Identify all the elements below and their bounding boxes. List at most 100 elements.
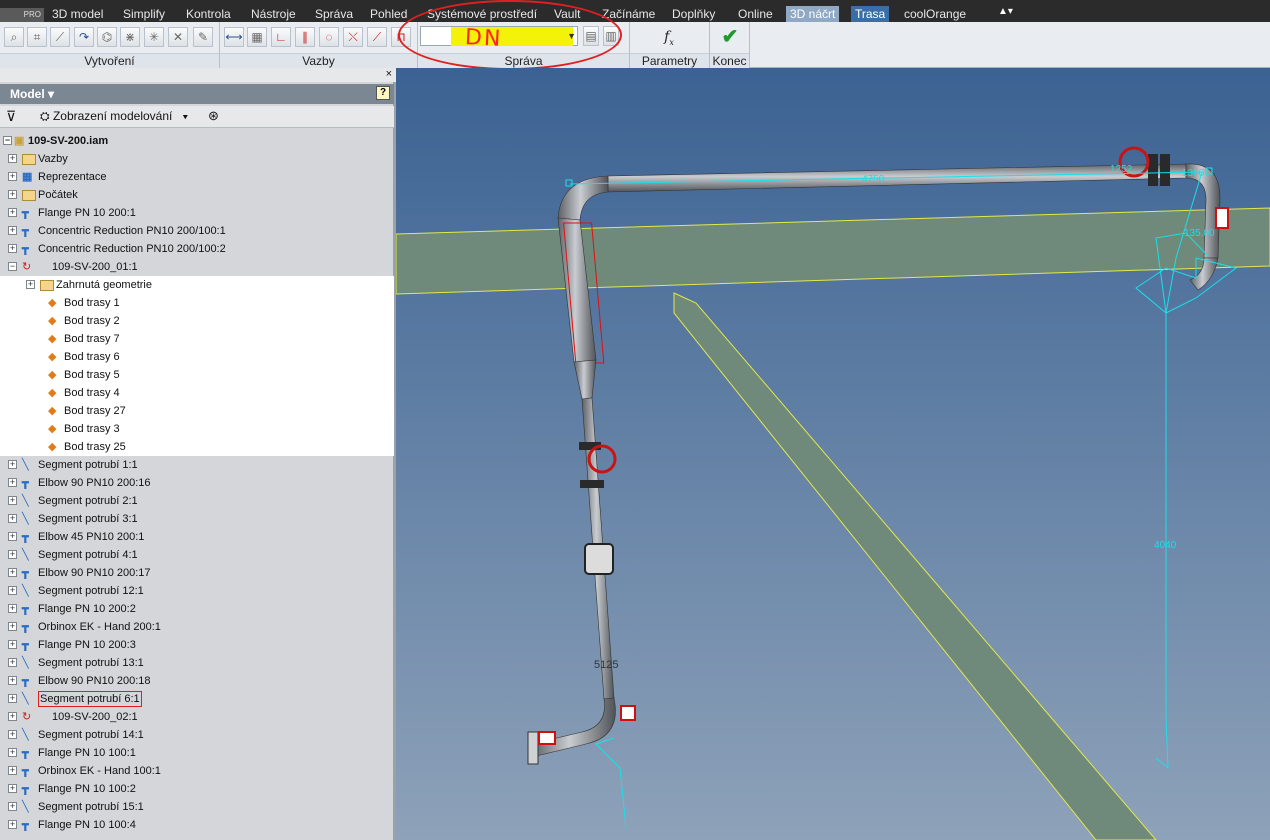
view-mode-select[interactable]: ⛭ Zobrazení modelování ▾ (40, 109, 188, 124)
help-icon[interactable]: ? (376, 86, 390, 100)
style-combo[interactable]: DN ▼ (420, 25, 578, 52)
expand-icon[interactable]: + (8, 550, 17, 559)
expand-icon[interactable]: + (8, 514, 17, 523)
parallel-icon[interactable]: ∥ (295, 27, 315, 47)
tree-item[interactable]: + ┳ Elbow 45 PN10 200:1 (0, 528, 394, 546)
3d-viewport[interactable]: 4750 1252 1350 135.00 4040 5125 (396, 68, 1270, 840)
expand-icon[interactable]: + (26, 280, 35, 289)
tree-item[interactable]: ◆ Bod trasy 7 (0, 330, 394, 348)
tab-3d-model[interactable]: 3D model (48, 6, 107, 22)
collinear-icon[interactable]: ⟋ (367, 27, 387, 47)
expand-icon[interactable]: + (8, 172, 17, 181)
binoculars-icon[interactable]: ⊛ (208, 108, 219, 124)
expand-icon[interactable]: + (8, 568, 17, 577)
expand-icon[interactable]: + (8, 694, 17, 703)
tree-item[interactable]: + ┳ Elbow 90 PN10 200:18 (0, 672, 394, 690)
tab-vault[interactable]: Vault (550, 6, 584, 22)
brush-icon[interactable]: ✎ (193, 27, 213, 47)
tree-item[interactable]: + ┳ Concentric Reduction PN10 200/100:2 (0, 240, 394, 258)
tab-systemove-prostredi[interactable]: Systémové prostředí (423, 6, 541, 22)
style-tools-icon[interactable]: ▥ (603, 26, 619, 46)
tree-item[interactable]: + Zahrnutá geometrie (0, 276, 394, 294)
dimension-icon[interactable]: ⟷ (224, 27, 244, 47)
tab-trasa[interactable]: Trasa (851, 6, 890, 22)
tree-item[interactable]: ◆ Bod trasy 4 (0, 384, 394, 402)
expand-icon[interactable]: + (8, 208, 17, 217)
expand-icon[interactable]: + (8, 622, 17, 631)
tree-item[interactable]: + ╲ Segment potrubí 2:1 (0, 492, 394, 510)
tree-item[interactable]: + ╲ Segment potrubí 15:1 (0, 798, 394, 816)
tab-doplnky[interactable]: Doplňky (668, 6, 719, 22)
expand-icon[interactable]: + (8, 712, 17, 721)
flange-2[interactable] (580, 480, 604, 488)
tree-item[interactable]: + ┳ Flange PN 10 200:3 (0, 636, 394, 654)
tree-item[interactable]: + ┳ Flange PN 10 200:2 (0, 600, 394, 618)
quick-access-dropdown-icon[interactable]: ▲▾ (998, 6, 1024, 20)
tab-coolorange[interactable]: coolOrange (900, 6, 970, 22)
expand-icon[interactable]: + (8, 604, 17, 613)
expand-icon[interactable]: + (8, 820, 17, 829)
tree-item[interactable]: ◆ Bod trasy 27 (0, 402, 394, 420)
fitting-marker-bottom[interactable] (538, 731, 556, 745)
fx-icon[interactable]: fx (656, 26, 682, 50)
intersect-icon[interactable]: ✕ (168, 27, 188, 47)
expand-icon[interactable]: + (8, 658, 17, 667)
expand-icon[interactable]: + (8, 676, 17, 685)
expand-icon[interactable]: + (8, 226, 17, 235)
tree-item[interactable]: + ┳ Flange PN 10 100:4 (0, 816, 394, 834)
filter-icon[interactable]: ⊽ (6, 108, 16, 125)
expand-icon[interactable]: + (8, 154, 17, 163)
route-line-icon[interactable]: ⌗ (27, 27, 47, 47)
tab-sprava[interactable]: Správa (311, 6, 357, 22)
tree-item[interactable]: ◆ Bod trasy 25 (0, 438, 394, 456)
tree-item[interactable]: + ╲ Segment potrubí 13:1 (0, 654, 394, 672)
close-icon[interactable]: × (386, 68, 392, 80)
tree-item[interactable]: + ┳ Elbow 90 PN10 200:17 (0, 564, 394, 582)
expand-icon[interactable]: + (8, 730, 17, 739)
tree-item[interactable]: ◆ Bod trasy 1 (0, 294, 394, 312)
bend-icon[interactable]: ↷ (74, 27, 94, 47)
tree-item[interactable]: − ↻ 109-SV-200_01:1 (0, 258, 394, 276)
expand-icon[interactable]: + (8, 532, 17, 541)
tree-item[interactable]: + ╲ Segment potrubí 6:1 (0, 690, 394, 708)
tangent-icon[interactable]: ◌ (319, 27, 339, 47)
orbinox-valve-body[interactable] (584, 543, 614, 575)
expand-icon[interactable]: + (8, 784, 17, 793)
tree-item[interactable]: + ╲ Segment potrubí 12:1 (0, 582, 394, 600)
tree-item[interactable]: + ┳ Flange PN 10 200:1 (0, 204, 394, 222)
tree-item[interactable]: ◆ Bod trasy 6 (0, 348, 394, 366)
parameters-dropdown[interactable]: Parametry (630, 53, 709, 68)
tree-item[interactable]: + ╲ Segment potrubí 1:1 (0, 456, 394, 474)
tree-item[interactable]: + Počátek (0, 186, 394, 204)
tree-item[interactable]: + ▦ Reprezentace (0, 168, 394, 186)
fitting-marker-right[interactable] (1215, 207, 1229, 229)
flange-right-1[interactable] (1148, 154, 1158, 186)
expand-icon[interactable]: + (8, 766, 17, 775)
dimension-label[interactable]: 1350 (1182, 168, 1205, 179)
perpendicular-icon[interactable]: ∟ (271, 27, 291, 47)
expand-icon[interactable]: + (8, 802, 17, 811)
expand-icon[interactable]: + (8, 748, 17, 757)
tree-item[interactable]: + ╲ Segment potrubí 4:1 (0, 546, 394, 564)
browser-title[interactable]: Model (10, 87, 45, 101)
collapse-icon[interactable]: − (3, 136, 12, 145)
end-flange-bottom[interactable] (527, 731, 539, 765)
auto-dimension-icon[interactable]: ▦ (247, 27, 267, 47)
tree-item[interactable]: + ↻ 109-SV-200_02:1 (0, 708, 394, 726)
dimension-label[interactable]: 135.00 (1184, 228, 1215, 239)
tab-zaciname[interactable]: Začínáme (598, 6, 659, 22)
fitting-icon[interactable]: ⌬ (97, 27, 117, 47)
tree-item[interactable]: + ┳ Flange PN 10 100:1 (0, 744, 394, 762)
tab-3d-nacrt[interactable]: 3D náčrt (786, 6, 840, 22)
dimension-label[interactable]: 4750 (862, 174, 885, 185)
tree-item[interactable]: ◆ Bod trasy 2 (0, 312, 394, 330)
tree-item[interactable]: + Vazby (0, 150, 394, 168)
dimension-label[interactable]: 5125 (594, 659, 618, 671)
viewport-canvas[interactable]: 4750 1252 1350 135.00 4040 5125 (396, 68, 1270, 840)
checkmark-icon[interactable]: ✔ (717, 26, 743, 50)
tab-online[interactable]: Online (734, 6, 777, 22)
expand-icon[interactable]: + (8, 640, 17, 649)
tree-item[interactable]: + ┳ Orbinox EK - Hand 200:1 (0, 618, 394, 636)
fitting-marker-elbow[interactable] (620, 705, 636, 721)
tab-kontrola[interactable]: Kontrola (182, 6, 235, 22)
